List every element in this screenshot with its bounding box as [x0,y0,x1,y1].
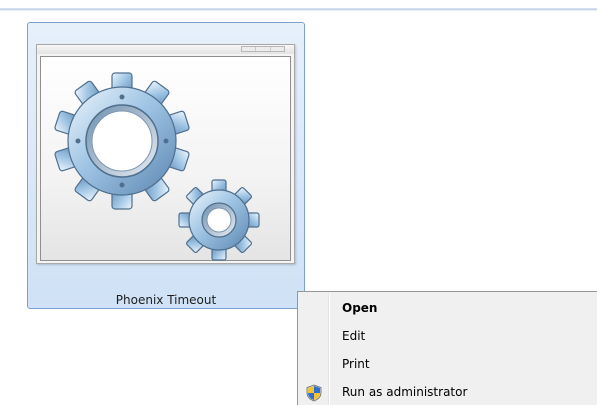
file-thumbnail [36,44,295,264]
menu-item-print[interactable]: Print [300,354,595,376]
menu-item-label: Edit [342,329,366,343]
menu-item-open[interactable]: Open [300,298,595,320]
file-name-label: Phoenix Timeout [115,293,217,307]
context-menu: Open Edit Print Run as administrator [297,291,597,405]
minimize-icon [242,47,257,51]
thumbnail-client-area [40,56,291,261]
gears-icon [54,72,260,261]
menu-item-label: Open [342,301,378,315]
uac-shield-icon [306,384,322,402]
menu-item-edit[interactable]: Edit [300,326,595,348]
explorer-view: Phoenix Timeout Open Edit Print Run as a… [0,0,597,405]
close-icon [271,47,284,51]
pane-top-border [0,0,597,11]
thumbnail-titlebar [37,45,294,54]
thumbnail-window-controls [241,46,285,52]
menu-item-run-as-administrator[interactable]: Run as administrator [300,382,595,404]
menu-item-label: Run as administrator [342,385,468,399]
file-item-phoenix-timeout[interactable]: Phoenix Timeout [27,22,305,309]
maximize-icon [256,47,271,51]
menu-item-label: Print [342,357,370,371]
